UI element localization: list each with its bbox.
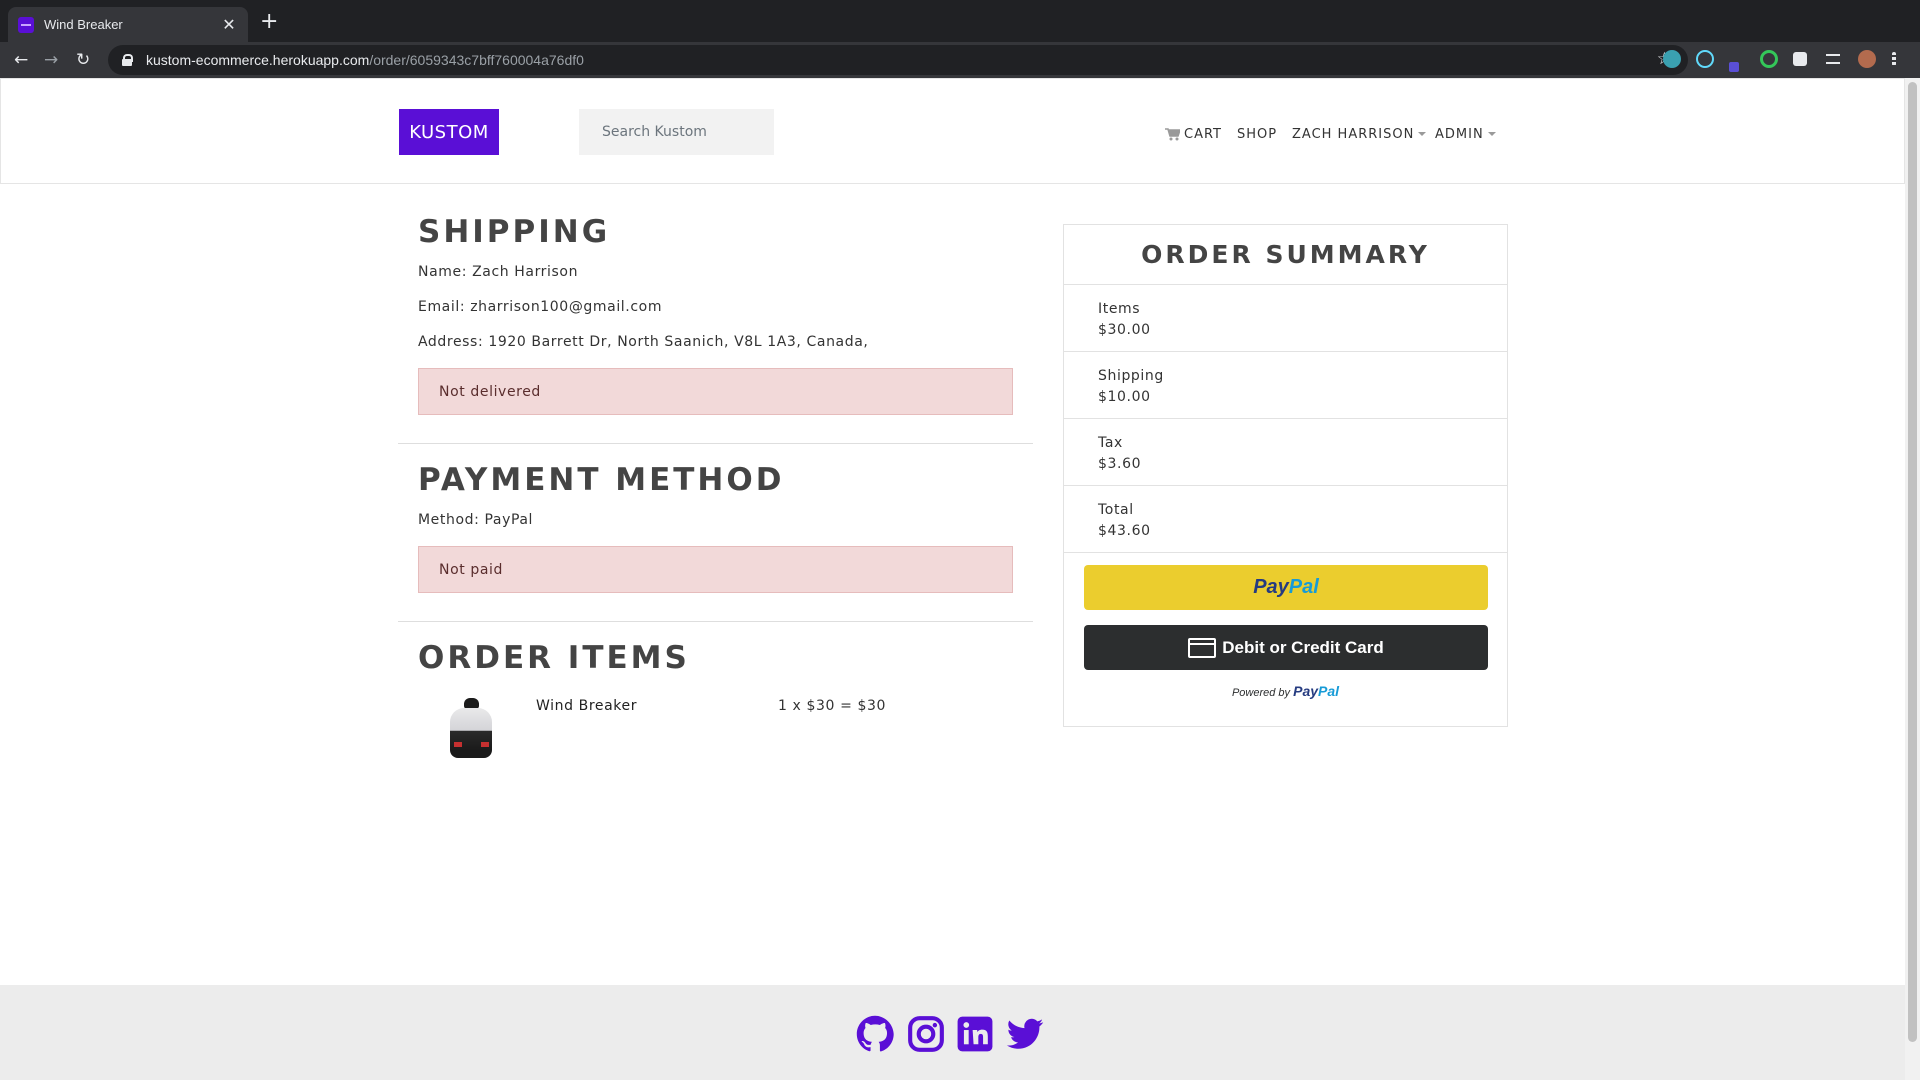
summary-value: $3.60 bbox=[1098, 456, 1142, 472]
summary-row-shipping: Shipping $10.00 bbox=[1064, 352, 1507, 419]
delivery-status-alert: Not delivered bbox=[418, 368, 1013, 415]
summary-label: Tax bbox=[1098, 435, 1123, 451]
back-button[interactable]: ← bbox=[14, 50, 28, 70]
summary-row-tax: Tax $3.60 bbox=[1064, 419, 1507, 486]
page-scrollbar[interactable] bbox=[1905, 78, 1920, 1080]
summary-value: $30.00 bbox=[1098, 322, 1151, 338]
browser-toolbar: ← → ↻ kustom-ecommerce.herokuapp.com /or… bbox=[0, 42, 1920, 78]
shipping-address: Address: 1920 Barrett Dr, North Saanich,… bbox=[418, 334, 869, 350]
item-name-link[interactable]: Wind Breaker bbox=[536, 698, 637, 714]
credit-card-icon bbox=[1188, 637, 1217, 658]
summary-label: Total bbox=[1098, 502, 1134, 518]
url-path: /order/6059343c7bff760004a76df0 bbox=[369, 52, 584, 68]
profile-avatar[interactable] bbox=[1858, 50, 1876, 68]
nav-cart[interactable]: CART bbox=[1165, 124, 1222, 144]
page-viewport: KUSTOM CART SHOP ZACH HARRISON ADMIN SHI… bbox=[0, 78, 1905, 1080]
powered-pay: Pay bbox=[1293, 683, 1319, 699]
order-items-heading: ORDER ITEMS bbox=[418, 640, 690, 676]
new-tab-button[interactable]: + bbox=[260, 11, 278, 33]
powered-by-label: Powered by bbox=[1231, 687, 1291, 699]
react-devtools-icon[interactable] bbox=[1696, 50, 1714, 68]
url-host: kustom-ecommerce.herokuapp.com bbox=[146, 52, 370, 68]
summary-label: Items bbox=[1098, 301, 1141, 317]
search-input[interactable] bbox=[579, 109, 774, 155]
lock-icon bbox=[122, 54, 133, 66]
card-button-label: Debit or Credit Card bbox=[1222, 637, 1384, 657]
instagram-icon[interactable] bbox=[907, 1015, 945, 1053]
summary-label: Shipping bbox=[1098, 368, 1164, 384]
nav-admin-label: ADMIN bbox=[1435, 126, 1484, 142]
site-footer bbox=[0, 985, 1905, 1080]
payment-status-alert: Not paid bbox=[418, 546, 1013, 593]
github-icon[interactable] bbox=[856, 1015, 894, 1053]
item-price-line: 1 x $30 = $30 bbox=[778, 698, 886, 714]
powered-pal: Pal bbox=[1318, 683, 1340, 699]
reading-list-icon[interactable] bbox=[1826, 54, 1840, 64]
browser-tab[interactable]: Wind Breaker ✕ bbox=[8, 7, 248, 42]
scrollbar-thumb[interactable] bbox=[1908, 82, 1917, 1042]
powered-by-paypal: Powered by PayPal bbox=[1064, 683, 1507, 699]
shipping-email: Email: zharrison100@gmail.com bbox=[418, 299, 663, 315]
nav-shop[interactable]: SHOP bbox=[1237, 124, 1277, 144]
caret-down-icon bbox=[1487, 132, 1496, 136]
extension-purple-icon[interactable] bbox=[1729, 62, 1739, 72]
extensions-puzzle-icon[interactable] bbox=[1793, 52, 1807, 66]
nav-user-dropdown[interactable]: ZACH HARRISON bbox=[1292, 124, 1427, 144]
summary-value: $43.60 bbox=[1098, 523, 1151, 539]
site-header: KUSTOM CART SHOP ZACH HARRISON ADMIN bbox=[0, 78, 1905, 184]
extension-green-icon[interactable] bbox=[1760, 50, 1778, 68]
nav-admin-dropdown[interactable]: ADMIN bbox=[1435, 124, 1496, 144]
shipping-section: SHIPPING Name: Zach Harrison Email: zhar… bbox=[398, 184, 1033, 415]
payment-heading: PAYMENT METHOD bbox=[418, 462, 785, 498]
forward-button[interactable]: → bbox=[44, 50, 58, 70]
caret-down-icon bbox=[1418, 132, 1427, 136]
paypal-button[interactable]: Pay Pal bbox=[1084, 565, 1488, 610]
summary-row-total: Total $43.60 bbox=[1064, 486, 1507, 553]
close-tab-icon[interactable]: ✕ bbox=[220, 15, 238, 34]
favicon-icon bbox=[18, 16, 34, 33]
debit-credit-card-button[interactable]: Debit or Credit Card bbox=[1084, 625, 1488, 670]
browser-tabstrip: Wind Breaker ✕ + bbox=[0, 0, 1920, 42]
address-bar[interactable]: kustom-ecommerce.herokuapp.com /order/60… bbox=[108, 45, 1688, 75]
list-item: Wind Breaker 1 x $30 = $30 bbox=[418, 696, 1013, 786]
summary-row-items: Items $30.00 bbox=[1064, 285, 1507, 352]
tab-title: Wind Breaker bbox=[44, 17, 123, 32]
nav-user-label: ZACH HARRISON bbox=[1292, 126, 1415, 142]
summary-value: $10.00 bbox=[1098, 389, 1151, 405]
payment-method: Method: PayPal bbox=[418, 512, 534, 528]
twitter-icon[interactable] bbox=[1006, 1015, 1044, 1053]
order-items-section: ORDER ITEMS Wind Breaker 1 x $30 = $30 bbox=[398, 622, 1033, 786]
paypal-logo-pay: Pay bbox=[1253, 576, 1289, 598]
shipping-name: Name: Zach Harrison bbox=[418, 264, 579, 280]
paypal-logo-pal: Pal bbox=[1288, 576, 1319, 598]
reload-button[interactable]: ↻ bbox=[76, 50, 90, 70]
nav-cart-label: CART bbox=[1184, 126, 1222, 142]
cart-icon bbox=[1165, 127, 1180, 140]
order-details: SHIPPING Name: Zach Harrison Email: zhar… bbox=[398, 184, 1033, 786]
order-summary-card: ORDER SUMMARY Items $30.00 Shipping $10.… bbox=[1063, 224, 1508, 727]
extension-m-icon[interactable] bbox=[1663, 50, 1681, 68]
linkedin-icon[interactable] bbox=[956, 1015, 994, 1053]
product-image bbox=[445, 698, 497, 764]
payment-section: PAYMENT METHOD Method: PayPal Not paid bbox=[398, 444, 1033, 593]
brand-logo[interactable]: KUSTOM bbox=[399, 109, 499, 155]
browser-menu-icon[interactable] bbox=[1892, 52, 1896, 66]
shipping-heading: SHIPPING bbox=[418, 214, 611, 250]
order-summary-heading: ORDER SUMMARY bbox=[1064, 225, 1507, 285]
